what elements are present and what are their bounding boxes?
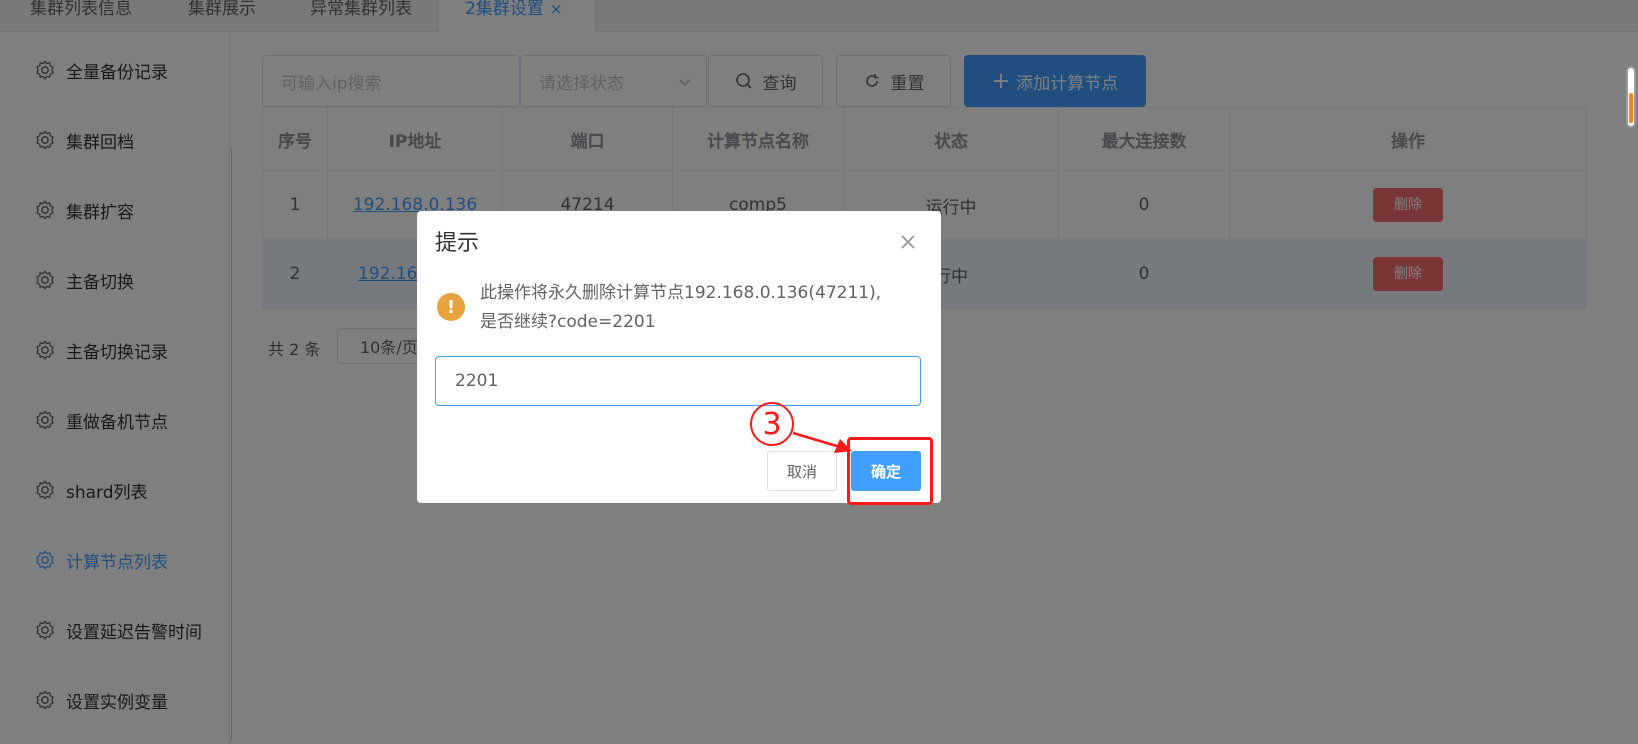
dialog-title: 提示	[435, 231, 480, 256]
dialog-message: 此操作将永久删除计算节点192.168.0.136(47211), 是否继续?c…	[480, 283, 882, 332]
annotation-arrow-icon	[792, 431, 852, 453]
annotation-step-badge: 3	[750, 402, 794, 446]
code-input[interactable]: 2201	[435, 356, 921, 406]
warning-icon: !	[437, 293, 465, 321]
close-icon[interactable]	[899, 233, 917, 251]
page-scrollbar-thumb[interactable]	[1629, 93, 1633, 123]
